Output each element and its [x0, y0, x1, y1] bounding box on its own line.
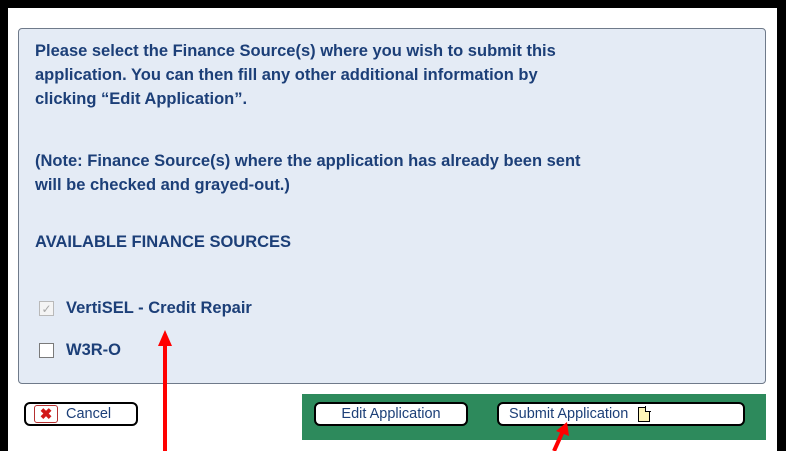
submit-application-label: Submit Application — [509, 406, 629, 422]
instructions-text: Please select the Finance Source(s) wher… — [35, 39, 755, 111]
note-line-2: will be checked and grayed-out.) — [35, 176, 290, 194]
annotation-arrow-checkbox — [158, 330, 172, 451]
frame-border-top — [0, 0, 786, 8]
instructions-line-3: clicking “Edit Application”. — [35, 90, 248, 108]
available-sources-heading: AVAILABLE FINANCE SOURCES — [35, 233, 292, 251]
checkmark-icon: ✓ — [41, 301, 52, 316]
cancel-x-icon: ✖ — [34, 405, 58, 423]
screenshot-frame: Please select the Finance Source(s) wher… — [0, 0, 786, 451]
instructions-line-2: application. You can then fill any other… — [35, 66, 538, 84]
cancel-button[interactable]: ✖ Cancel — [24, 402, 138, 426]
edit-application-label: Edit Application — [341, 406, 441, 422]
edit-application-button[interactable]: Edit Application — [314, 402, 468, 426]
submit-application-button[interactable]: Submit Application — [497, 402, 745, 426]
document-icon — [638, 405, 652, 422]
finance-source-panel: Please select the Finance Source(s) wher… — [18, 28, 766, 384]
frame-border-right — [777, 0, 786, 451]
note-line-1: (Note: Finance Source(s) where the appli… — [35, 152, 581, 170]
finance-source-item-vertisel[interactable]: ✓ VertiSEL - Credit Repair — [39, 299, 252, 318]
annotation-arrow-submit — [552, 422, 569, 451]
frame-border-left — [0, 0, 8, 451]
finance-source-item-w3r-o[interactable]: W3R-O — [39, 341, 121, 360]
finance-source-label: W3R-O — [66, 341, 121, 359]
cancel-button-label: Cancel — [66, 406, 112, 422]
instructions-line-1: Please select the Finance Source(s) wher… — [35, 42, 556, 60]
finance-source-checkbox-w3r-o[interactable] — [39, 343, 54, 358]
finance-source-checkbox-vertisel: ✓ — [39, 301, 54, 316]
finance-source-label: VertiSEL - Credit Repair — [66, 299, 252, 317]
note-text: (Note: Finance Source(s) where the appli… — [35, 149, 755, 197]
